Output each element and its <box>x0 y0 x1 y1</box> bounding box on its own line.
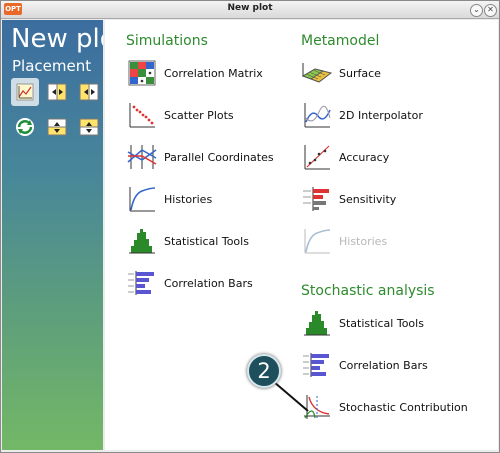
callout-pointer <box>273 381 309 412</box>
step-callout-badge: 2 <box>247 354 281 388</box>
